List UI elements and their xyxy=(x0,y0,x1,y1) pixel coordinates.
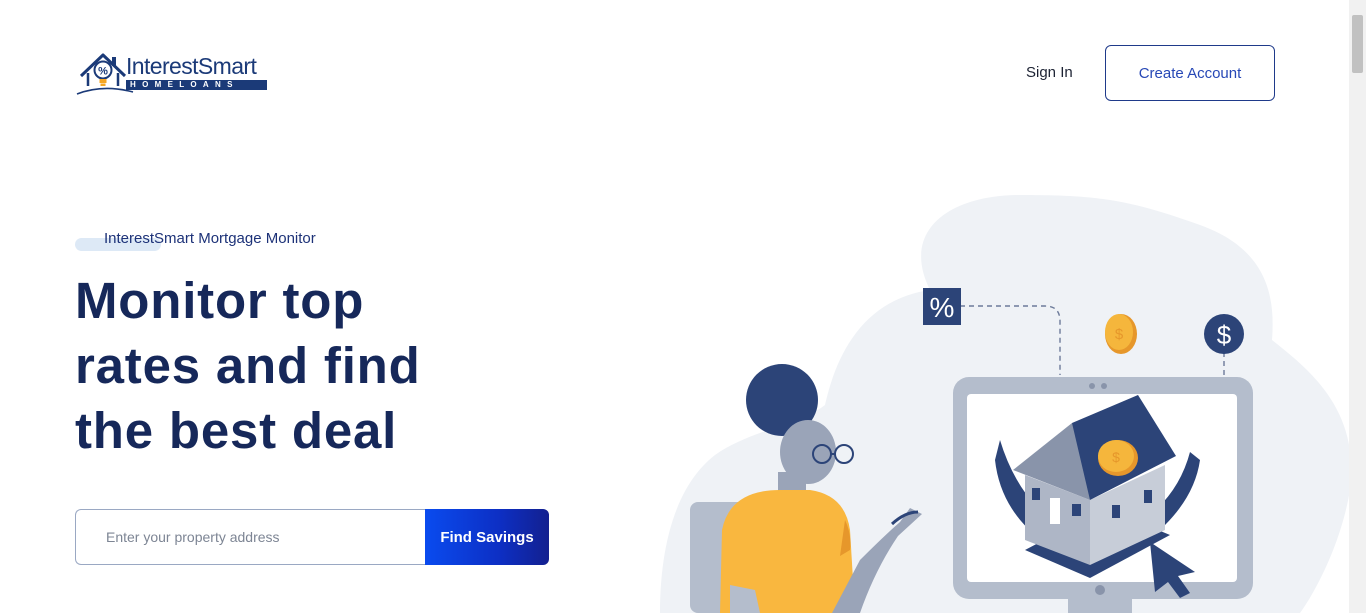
sign-in-link[interactable]: Sign In xyxy=(1026,63,1073,83)
svg-text:$: $ xyxy=(1112,449,1120,465)
page: % InterestSmart HOMELOANS Sign In Create… xyxy=(0,0,1366,613)
percent-icon: % xyxy=(923,288,961,325)
headline-line-3: the best deal xyxy=(75,402,398,459)
svg-text:%: % xyxy=(930,292,955,323)
page-scrollbar[interactable] xyxy=(1349,0,1366,613)
find-savings-button[interactable]: Find Savings xyxy=(425,509,549,565)
headline-line-2: rates and find xyxy=(75,337,421,394)
headline-line-1: Monitor top xyxy=(75,272,365,329)
coin-icon: $ xyxy=(1105,314,1137,354)
scrollbar-thumb[interactable] xyxy=(1352,15,1363,73)
hero-illustration: % $ $ $ xyxy=(660,195,1352,613)
svg-text:%: % xyxy=(98,66,108,78)
svg-text:$: $ xyxy=(1115,326,1124,343)
logo-tagline: HOMELOANS xyxy=(126,80,267,90)
eyebrow-text: InterestSmart Mortgage Monitor xyxy=(104,230,316,247)
create-account-button[interactable]: Create Account xyxy=(1105,45,1275,101)
dollar-icon: $ xyxy=(1204,314,1244,354)
svg-text:$: $ xyxy=(1217,320,1232,350)
property-address-input[interactable] xyxy=(75,509,427,565)
logo-wordmark: InterestSmart xyxy=(126,53,257,79)
address-search-form: Find Savings xyxy=(75,509,549,565)
hero-headline: Monitor top rates and find the best deal xyxy=(75,268,595,463)
